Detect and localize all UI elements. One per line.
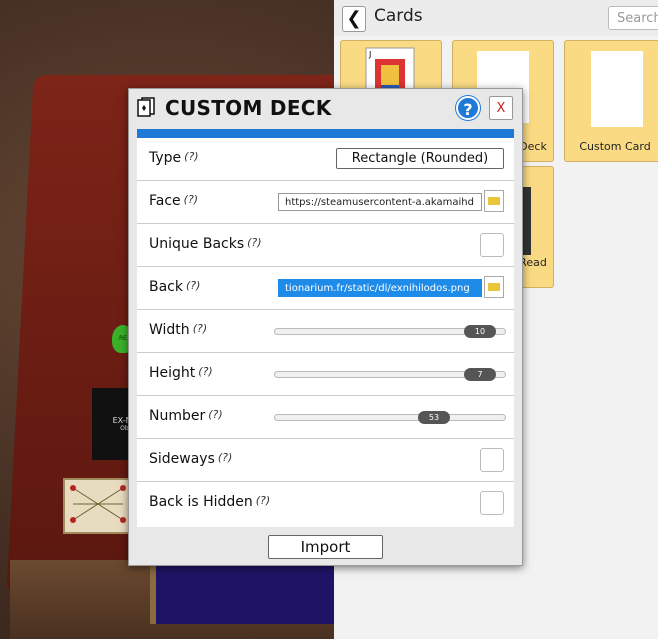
help-button[interactable]: ? <box>456 96 480 120</box>
row-back-is-hidden: Back is Hidden (?) <box>137 482 514 525</box>
hint-tooltip[interactable]: (?) <box>184 150 198 163</box>
sideways-checkbox[interactable] <box>480 448 504 472</box>
row-face: Face (?) https://steamusercontent-a.akama… <box>137 181 514 224</box>
hint-tooltip[interactable]: (?) <box>198 365 212 378</box>
card-tile-custom-card[interactable]: Custom Card <box>564 40 658 162</box>
hint-tooltip[interactable]: (?) <box>256 494 270 507</box>
close-button[interactable]: X <box>489 96 513 120</box>
back-url-input[interactable]: tionarium.fr/static/dl/exnihilodos.png <box>278 279 482 297</box>
width-slider-handle[interactable]: 10 <box>464 325 496 338</box>
face-url-input[interactable]: https://steamusercontent-a.akamaihd <box>278 193 482 211</box>
row-label: Type (?) <box>149 150 199 166</box>
row-unique-backs: Unique Backs (?) <box>137 224 514 267</box>
browser-title: Cards <box>374 6 423 26</box>
browser-header: ❮ Cards Search <box>334 0 658 36</box>
label-text: Sideways <box>149 451 215 467</box>
svg-text:J: J <box>368 50 371 59</box>
row-label: Height (?) <box>149 365 213 381</box>
hint-tooltip[interactable]: (?) <box>186 279 200 292</box>
row-sideways: Sideways (?) <box>137 439 514 482</box>
row-label: Width (?) <box>149 322 207 338</box>
face-folder-button[interactable] <box>484 190 504 212</box>
row-number: Number (?) 53 <box>137 396 514 439</box>
tile-label: Custom Card <box>579 140 651 153</box>
row-back: Back (?) tionarium.fr/static/dl/exnihilod… <box>137 267 514 310</box>
number-slider[interactable] <box>274 414 506 421</box>
dialog-body: Type (?) Rectangle (Rounded) Face (?) http… <box>137 138 514 527</box>
board-card[interactable] <box>63 478 137 534</box>
number-slider-handle[interactable]: 53 <box>418 411 450 424</box>
row-label: Back is Hidden (?) <box>149 494 270 510</box>
back-folder-button[interactable] <box>484 276 504 298</box>
label-text: Type <box>149 150 182 166</box>
hint-tooltip[interactable]: (?) <box>247 236 261 249</box>
accent-bar <box>137 129 514 138</box>
row-label: Back (?) <box>149 279 200 295</box>
folder-icon <box>488 197 500 205</box>
label-text: Face <box>149 193 181 209</box>
hint-tooltip[interactable]: (?) <box>193 322 207 335</box>
type-select[interactable]: Rectangle (Rounded) <box>336 148 504 169</box>
search-input[interactable]: Search <box>608 6 658 30</box>
folder-icon <box>488 283 500 291</box>
row-label: Face (?) <box>149 193 198 209</box>
label-text: Unique Backs <box>149 236 245 252</box>
row-type: Type (?) Rectangle (Rounded) <box>137 138 514 181</box>
row-width: Width (?) 10 <box>137 310 514 353</box>
label-text: Width <box>149 322 190 338</box>
dialog-title: CUSTOM DECK <box>165 96 332 120</box>
unique-backs-checkbox[interactable] <box>480 233 504 257</box>
row-height: Height (?) 7 <box>137 353 514 396</box>
label-text: Back is Hidden <box>149 494 253 510</box>
height-slider-handle[interactable]: 7 <box>464 368 496 381</box>
label-text: Number <box>149 408 206 424</box>
deck-icon <box>137 97 155 117</box>
custom-deck-dialog: CUSTOM DECK ? X Type (?) Rectangle (Round… <box>128 88 523 566</box>
hint-tooltip[interactable]: (?) <box>184 193 198 206</box>
row-label: Number (?) <box>149 408 223 424</box>
label-text: Back <box>149 279 183 295</box>
row-label: Unique Backs (?) <box>149 236 262 252</box>
hint-tooltip[interactable]: (?) <box>218 451 232 464</box>
row-label: Sideways (?) <box>149 451 232 467</box>
dialog-header: CUSTOM DECK ? X <box>129 89 522 127</box>
label-text: Height <box>149 365 196 381</box>
back-button[interactable]: ❮ <box>342 6 366 32</box>
token-text: RE <box>119 335 127 342</box>
hint-tooltip[interactable]: (?) <box>208 408 222 421</box>
back-is-hidden-checkbox[interactable] <box>480 491 504 515</box>
blank-card-icon <box>591 51 643 127</box>
import-button[interactable]: Import <box>268 535 383 559</box>
board-diagram <box>70 485 126 523</box>
